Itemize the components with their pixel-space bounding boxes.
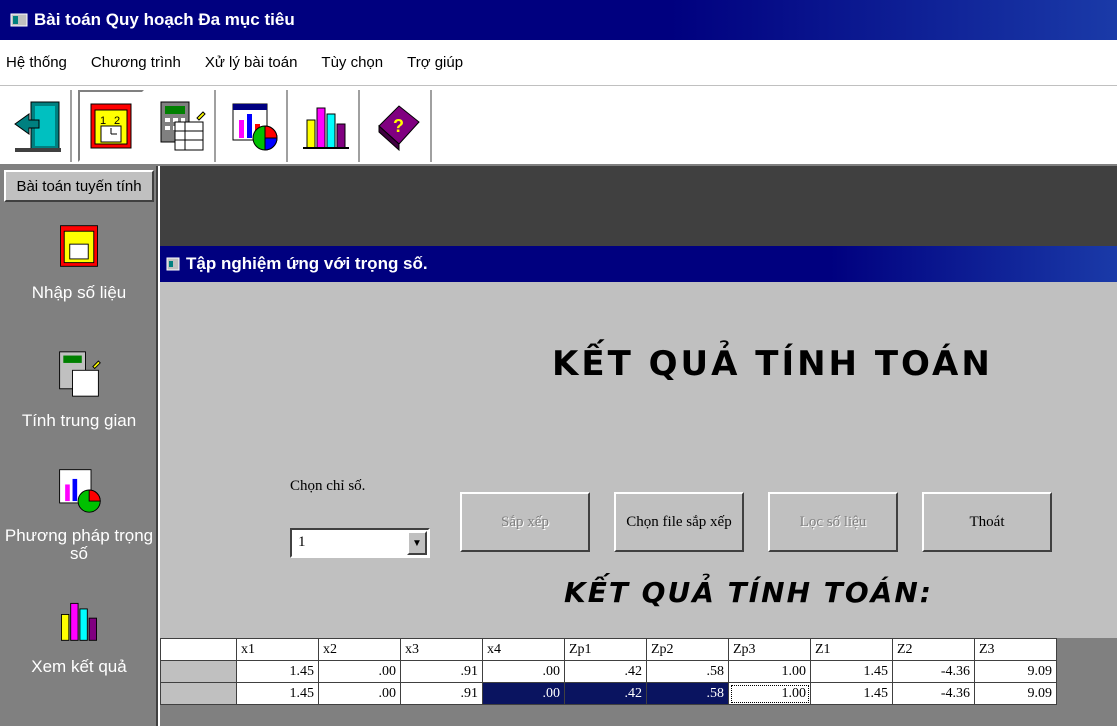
table-cell[interactable]: 1.45 (236, 682, 319, 705)
menu-xu-ly-bai-toan[interactable]: Xử lý bài toán (205, 54, 298, 71)
table-cell[interactable]: .91 (400, 660, 483, 683)
page-heading: KẾT QUẢ TÍNH TOÁN (552, 344, 993, 384)
table-cell[interactable]: 1.45 (236, 660, 319, 683)
sidebar-item-label: Phương pháp trọng số (4, 527, 154, 563)
menu-bar: Hệ thống Chương trình Xử lý bài toán Tùy… (0, 40, 1117, 86)
calculator-icon (59, 351, 101, 397)
table-cell[interactable]: .00 (318, 682, 401, 705)
exit-button[interactable]: Thoát (922, 492, 1052, 552)
column-header[interactable]: Z3 (974, 638, 1057, 661)
table-cell-selected[interactable]: .00 (482, 682, 565, 705)
column-header[interactable]: Zp1 (564, 638, 647, 661)
row-header[interactable] (160, 660, 237, 683)
chi-so-combo[interactable]: 1 ▼ (290, 528, 430, 558)
child-title-bar: Tập nghiệm ứng với trọng số. (160, 246, 1117, 282)
svg-text:?: ? (393, 116, 404, 136)
menu-he-thong[interactable]: Hệ thống (6, 54, 67, 71)
window-title: Bài toán Quy hoạch Đa mục tiêu (34, 10, 295, 29)
chon-chi-so-label: Chọn chỉ số. (290, 478, 366, 494)
mdi-background (160, 166, 1117, 246)
corner-cell (160, 638, 237, 661)
chevron-down-icon[interactable]: ▼ (407, 531, 427, 555)
sidebar-header[interactable]: Bài toán tuyến tính (4, 170, 154, 202)
help-book-icon: ? (378, 104, 420, 151)
table-cell[interactable]: -4.36 (892, 660, 975, 683)
toolbar-weight-button[interactable] (222, 89, 288, 162)
bar-chart-icon (60, 602, 97, 641)
toolbar-exit-button[interactable] (6, 89, 72, 162)
title-bar: Bài toán Quy hoạch Đa mục tiêu (0, 0, 1117, 40)
filter-button[interactable]: Lọc số liệu (768, 492, 898, 552)
chart-pie-icon (232, 103, 278, 151)
column-header[interactable]: Zp3 (728, 638, 811, 661)
menu-chuong-trinh[interactable]: Chương trình (91, 54, 181, 71)
column-header[interactable]: Z2 (892, 638, 975, 661)
table-cell[interactable]: 1.00 (728, 660, 811, 683)
table-cell[interactable]: .00 (318, 660, 401, 683)
svg-text:2: 2 (114, 115, 120, 127)
table-cell[interactable]: 9.09 (974, 660, 1057, 683)
choose-file-button[interactable]: Chọn file sắp xếp (614, 492, 744, 552)
column-header[interactable]: x2 (318, 638, 401, 661)
column-header[interactable]: x4 (482, 638, 565, 661)
toolbar-help-button[interactable]: ? (366, 89, 432, 162)
sidebar-item-phuong-phap-trong-so[interactable]: Phương pháp trọng số (0, 466, 158, 563)
table-cell[interactable]: .91 (400, 682, 483, 705)
toolbar-input-button[interactable]: 1 2 (78, 89, 144, 162)
calendar-input-icon (60, 225, 98, 267)
window-icon[interactable] (166, 257, 180, 271)
table-cell-selected[interactable]: .58 (646, 682, 729, 705)
calculator-icon (160, 101, 206, 150)
sidebar-item-tinh-trung-gian[interactable]: Tính trung gian (0, 350, 158, 431)
app-icon[interactable] (10, 12, 28, 28)
table-cell[interactable]: .58 (646, 660, 729, 683)
result-subheading: KẾT QUẢ TÍNH TOÁN: (564, 576, 933, 609)
sidebar-item-label: Xem kết quả (31, 657, 127, 676)
table-cell[interactable]: 1.45 (810, 682, 893, 705)
bar-chart-icon (303, 107, 349, 149)
child-title: Tập nghiệm ứng với trọng số. (186, 254, 428, 273)
column-header[interactable]: Zp2 (646, 638, 729, 661)
sidebar: Bài toán tuyến tính Nhập số liệu Tính tr… (0, 166, 158, 726)
sidebar-item-label: Nhập số liệu (31, 283, 127, 302)
calendar-input-icon: 1 2 (90, 103, 132, 148)
sidebar-item-xem-ket-qua[interactable]: Xem kết quả (0, 596, 158, 677)
column-header[interactable]: Z1 (810, 638, 893, 661)
column-header[interactable]: x3 (400, 638, 483, 661)
exit-door-icon (14, 101, 61, 152)
sidebar-item-label: Tính trung gian (21, 411, 137, 430)
row-header[interactable] (160, 682, 237, 705)
child-window: Tập nghiệm ứng với trọng số. KẾT QUẢ TÍN… (160, 246, 1117, 726)
sidebar-item-nhap-so-lieu[interactable]: Nhập số liệu (0, 222, 158, 303)
result-grid[interactable]: x1 x2 x3 x4 Zp1 Zp2 Zp3 Z1 Z2 Z3 1.45 .0… (160, 638, 1117, 726)
menu-tuy-chon[interactable]: Tùy chọn (321, 54, 383, 71)
svg-text:1: 1 (100, 115, 106, 127)
table-cell-focused[interactable]: 1.00 (728, 682, 811, 705)
toolbar: 1 2 ? (0, 86, 1117, 166)
combo-value: 1 (298, 534, 306, 550)
table-header-row: x1 x2 x3 x4 Zp1 Zp2 Zp3 Z1 Z2 Z3 (160, 638, 1057, 661)
column-header[interactable]: x1 (236, 638, 319, 661)
table-row[interactable]: 1.45 .00 .91 .00 .42 .58 1.00 1.45 -4.36… (160, 682, 1057, 705)
sort-button[interactable]: Sắp xếp (460, 492, 590, 552)
table-cell[interactable]: 1.45 (810, 660, 893, 683)
menu-tro-giup[interactable]: Trợ giúp (407, 54, 463, 71)
table-row[interactable]: 1.45 .00 .91 .00 .42 .58 1.00 1.45 -4.36… (160, 660, 1057, 683)
table-cell[interactable]: .42 (564, 660, 647, 683)
toolbar-result-button[interactable] (294, 89, 360, 162)
chart-pie-icon (59, 469, 101, 513)
toolbar-calc-button[interactable] (150, 89, 216, 162)
table-cell[interactable]: -4.36 (892, 682, 975, 705)
table-cell-selected[interactable]: .42 (564, 682, 647, 705)
table-cell[interactable]: .00 (482, 660, 565, 683)
table-cell[interactable]: 9.09 (974, 682, 1057, 705)
result-table: x1 x2 x3 x4 Zp1 Zp2 Zp3 Z1 Z2 Z3 1.45 .0… (160, 638, 1057, 705)
